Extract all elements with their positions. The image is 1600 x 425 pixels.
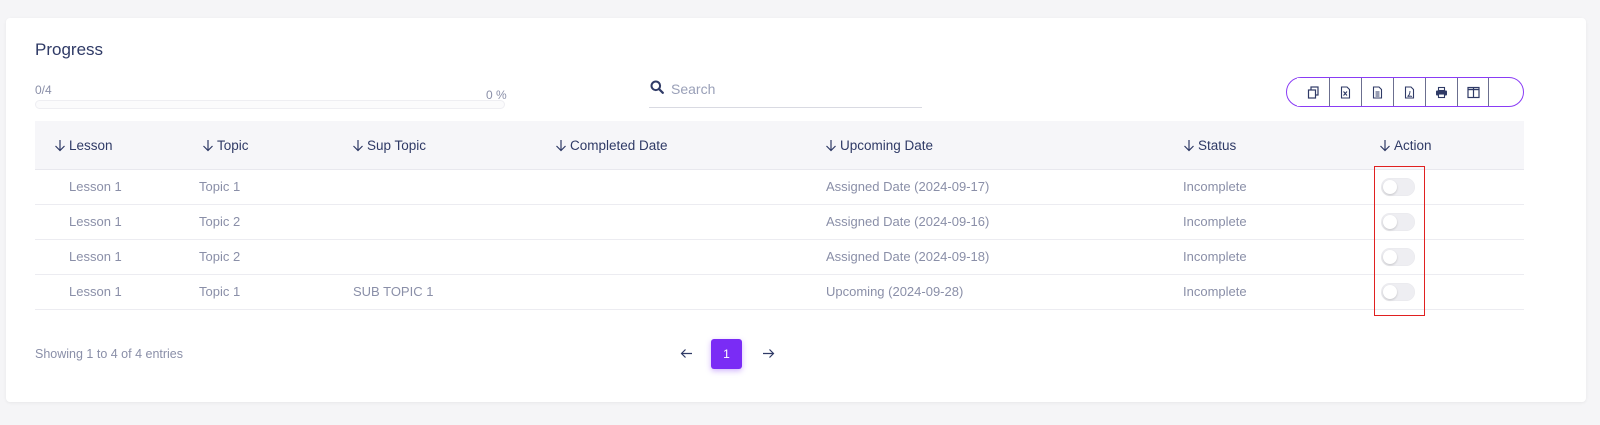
search-box xyxy=(649,76,922,108)
table-row: Lesson 1 Topic 1 SUB TOPIC 1 Upcoming (2… xyxy=(35,275,1524,310)
sort-arrow-icon xyxy=(556,140,566,152)
copy-button[interactable] xyxy=(1297,78,1329,106)
copy-icon xyxy=(1307,85,1319,99)
cell-upcoming-date: Upcoming (2024-09-28) xyxy=(826,284,964,299)
action-toggle[interactable] xyxy=(1381,283,1415,301)
action-toggle[interactable] xyxy=(1381,178,1415,196)
cell-lesson: Lesson 1 xyxy=(69,214,122,229)
table-row: Lesson 1 Topic 2 Assigned Date (2024-09-… xyxy=(35,240,1524,275)
excel-icon xyxy=(1340,85,1351,99)
cell-upcoming-date: Assigned Date (2024-09-17) xyxy=(826,179,990,194)
print-icon xyxy=(1436,86,1447,98)
sort-arrow-icon xyxy=(353,140,363,152)
print-button[interactable] xyxy=(1425,78,1457,106)
sort-arrow-icon xyxy=(203,140,213,152)
csv-export-button[interactable] xyxy=(1361,78,1393,106)
cell-sup-topic: SUB TOPIC 1 xyxy=(353,284,434,299)
cell-upcoming-date: Assigned Date (2024-09-18) xyxy=(826,249,990,264)
toggle-knob xyxy=(1383,180,1397,194)
entries-info: Showing 1 to 4 of 4 entries xyxy=(35,347,184,361)
column-header-lesson[interactable]: Lesson xyxy=(54,121,113,170)
search-input[interactable] xyxy=(671,76,916,102)
pdf-icon xyxy=(1404,85,1415,99)
cell-topic: Topic 1 xyxy=(199,179,241,194)
progress-count: 0/4 xyxy=(35,83,52,97)
cell-topic: Topic 2 xyxy=(199,214,241,229)
action-toggle[interactable] xyxy=(1381,213,1415,231)
table-row: Lesson 1 Topic 2 Assigned Date (2024-09-… xyxy=(35,205,1524,240)
column-header-label: Sup Topic xyxy=(367,138,427,153)
arrow-left-icon xyxy=(680,348,692,358)
cell-status: Incomplete xyxy=(1183,284,1247,299)
previous-page-button[interactable] xyxy=(676,343,696,363)
column-header-label: Lesson xyxy=(69,138,113,153)
progress-bar xyxy=(35,100,505,109)
excel-export-button[interactable] xyxy=(1329,78,1361,106)
cell-topic: Topic 2 xyxy=(199,249,241,264)
card-title: Progress xyxy=(35,40,104,59)
cell-status: Incomplete xyxy=(1183,249,1247,264)
cell-status: Incomplete xyxy=(1183,214,1247,229)
page-button-1[interactable]: 1 xyxy=(711,339,742,369)
progress-percent: 0 % xyxy=(486,88,507,102)
next-page-button[interactable] xyxy=(758,343,778,363)
columns-icon xyxy=(1466,86,1480,98)
sort-arrow-icon xyxy=(1184,140,1194,152)
column-header-label: Upcoming Date xyxy=(840,138,934,153)
search-icon xyxy=(650,80,664,94)
toggle-knob xyxy=(1383,285,1397,299)
sort-arrow-icon xyxy=(55,140,65,152)
column-header-label: Topic xyxy=(217,138,249,153)
table-row: Lesson 1 Topic 1 Assigned Date (2024-09-… xyxy=(35,170,1524,205)
progress-card: Progress 0/4 0 % Search Lesson Topic Sup… xyxy=(6,18,1586,402)
sort-arrow-icon xyxy=(826,140,836,152)
column-header-sup-topic[interactable]: Sup Topic xyxy=(352,121,426,170)
column-header-upcoming-date[interactable]: Upcoming Date xyxy=(825,121,933,170)
arrow-right-icon xyxy=(762,348,774,358)
cell-lesson: Lesson 1 xyxy=(69,284,122,299)
column-header-completed-date[interactable]: Completed Date xyxy=(555,121,668,170)
column-visibility-button[interactable] xyxy=(1457,78,1489,106)
cell-upcoming-date: Assigned Date (2024-09-16) xyxy=(826,214,990,229)
column-header-action[interactable]: Action xyxy=(1379,121,1432,170)
column-header-topic[interactable]: Topic xyxy=(202,121,249,170)
toggle-knob xyxy=(1383,250,1397,264)
cell-lesson: Lesson 1 xyxy=(69,249,122,264)
cell-status: Incomplete xyxy=(1183,179,1247,194)
column-header-status[interactable]: Status xyxy=(1183,121,1236,170)
csv-icon xyxy=(1372,85,1383,99)
pdf-export-button[interactable] xyxy=(1393,78,1425,106)
cell-topic: Topic 1 xyxy=(199,284,241,299)
table-header: Lesson Topic Sup Topic Completed Date Up… xyxy=(35,121,1524,170)
cell-lesson: Lesson 1 xyxy=(69,179,122,194)
column-header-label: Action xyxy=(1394,138,1432,153)
export-button-group xyxy=(1286,77,1524,107)
column-header-label: Completed Date xyxy=(570,138,668,153)
sort-arrow-icon xyxy=(1380,140,1390,152)
toggle-knob xyxy=(1383,215,1397,229)
action-toggle[interactable] xyxy=(1381,248,1415,266)
column-header-label: Status xyxy=(1198,138,1237,153)
